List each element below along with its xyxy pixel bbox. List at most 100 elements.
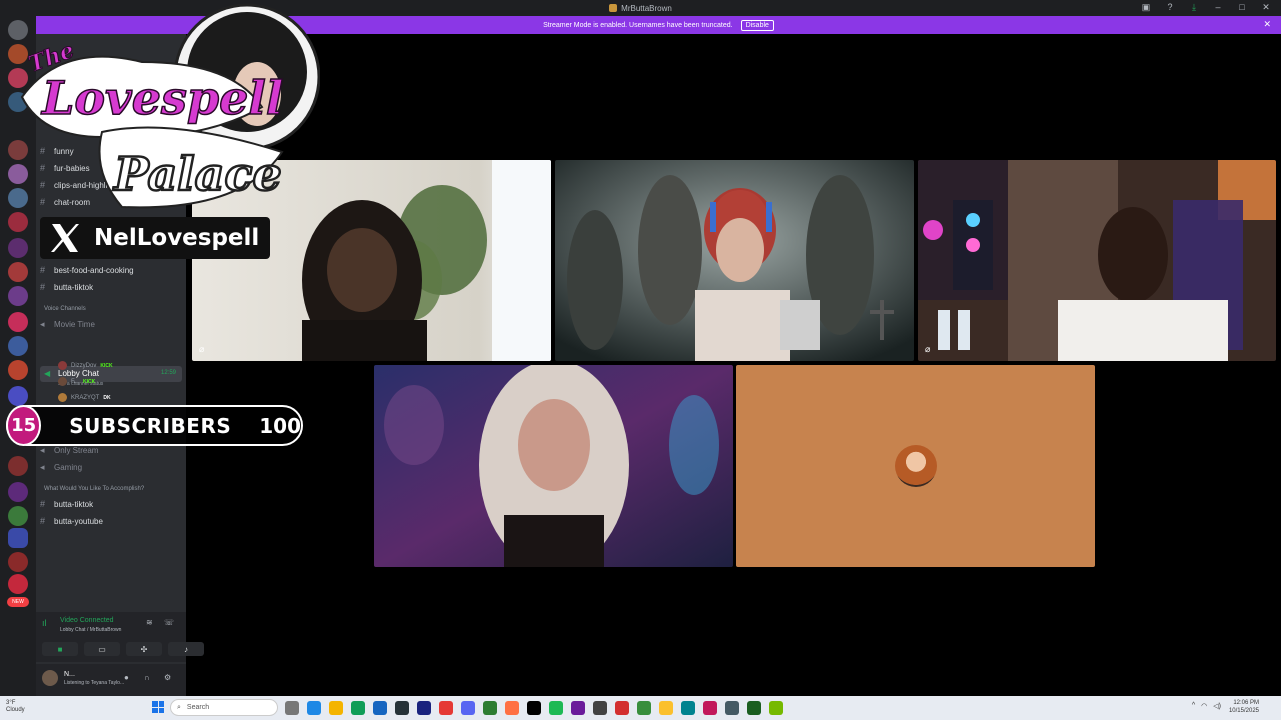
- voice-member[interactable]: DizzyDov KICK: [58, 361, 113, 370]
- member-name: KRAZYQT: [71, 394, 100, 401]
- new-badge[interactable]: NEW: [7, 597, 29, 607]
- app-icon[interactable]: [351, 701, 365, 715]
- taskbar-search[interactable]: ⌕ Search: [170, 699, 278, 716]
- gift-icon[interactable]: ▣: [1139, 2, 1153, 13]
- app-icon[interactable]: [703, 701, 717, 715]
- disconnect-icon[interactable]: ☏: [164, 618, 174, 627]
- user-status: Listening to Teyana Taylo...: [64, 680, 125, 686]
- channel-butta-tiktok-2[interactable]: # butta-tiktok: [40, 499, 93, 509]
- channel-best-food[interactable]: # best-food-and-cooking: [40, 265, 134, 275]
- app-icon[interactable]: [637, 701, 651, 715]
- weather-widget[interactable]: 3°F Cloudy: [6, 700, 25, 714]
- voice-channel-gaming[interactable]: ◂ Gaming: [40, 462, 82, 473]
- help-icon[interactable]: ?: [1163, 2, 1177, 13]
- app-icon[interactable]: [747, 701, 761, 715]
- server-icon-16[interactable]: [8, 456, 28, 476]
- speaker-icon: ◂: [40, 319, 45, 329]
- mic-icon[interactable]: ●: [124, 673, 129, 682]
- server-icon-9[interactable]: [8, 238, 28, 258]
- server-icon-active[interactable]: [8, 528, 28, 548]
- channel-butta-tiktok[interactable]: # butta-tiktok: [40, 282, 93, 292]
- server-icon-10[interactable]: [8, 262, 28, 282]
- server-icon-18[interactable]: [8, 506, 28, 526]
- app-icon[interactable]: [615, 701, 629, 715]
- noise-suppression-icon[interactable]: ≋: [146, 618, 153, 627]
- server-icon-15[interactable]: [8, 386, 28, 406]
- x-handle-banner: NelLovespell: [40, 217, 270, 259]
- settings-icon[interactable]: ⚙: [164, 673, 171, 682]
- channel-label: butta-tiktok: [54, 282, 94, 292]
- discord-icon[interactable]: [461, 701, 475, 715]
- close-icon[interactable]: ✕: [1259, 2, 1273, 13]
- mic-off-icon: ⌀: [925, 344, 931, 354]
- clock-time: 12:06 PM: [1233, 700, 1259, 706]
- chevron-up-icon[interactable]: ^: [1192, 702, 1195, 710]
- headphones-icon[interactable]: ∩: [144, 673, 150, 682]
- user-panel: N... Listening to Teyana Taylo... ● ∩ ⚙: [36, 664, 186, 696]
- spotify-icon[interactable]: [549, 701, 563, 715]
- camera-button[interactable]: ■: [42, 642, 78, 656]
- hash-icon: #: [40, 516, 46, 526]
- server-icon-20[interactable]: [8, 574, 28, 594]
- app-icon[interactable]: [395, 701, 409, 715]
- app-icon[interactable]: [681, 701, 695, 715]
- server-icon-13[interactable]: [8, 336, 28, 356]
- participant-avatar[interactable]: [895, 445, 937, 487]
- edge-icon[interactable]: [307, 701, 321, 715]
- server-icon-17[interactable]: [8, 482, 28, 502]
- app-icon[interactable]: [505, 701, 519, 715]
- close-banner-icon[interactable]: ✕: [1263, 19, 1271, 30]
- x-logo-icon: [51, 224, 79, 252]
- channel-butta-youtube[interactable]: # butta-youtube: [40, 516, 103, 526]
- download-icon[interactable]: ⤓: [1187, 2, 1201, 13]
- activity-button[interactable]: ✣: [126, 642, 162, 656]
- avatar[interactable]: [42, 670, 58, 686]
- soundboard-button[interactable]: ♪: [168, 642, 204, 656]
- video-tile-4[interactable]: [374, 365, 733, 567]
- nvidia-icon[interactable]: [769, 701, 783, 715]
- video-feed-3: [918, 160, 1276, 361]
- task-view-icon[interactable]: [285, 701, 299, 715]
- voice-member[interactable]: F... KICK: [58, 377, 95, 386]
- app-icon[interactable]: [483, 701, 497, 715]
- file-explorer-icon[interactable]: [329, 701, 343, 715]
- hash-icon: #: [40, 282, 46, 292]
- maximize-icon[interactable]: □: [1235, 2, 1249, 13]
- app-icon[interactable]: [527, 701, 541, 715]
- voice-location[interactable]: Lobby Chat / MrButtaBrown: [60, 627, 121, 633]
- app-icon[interactable]: [571, 701, 585, 715]
- taskbar-clock[interactable]: 12:06 PM 10/15/2025: [1229, 699, 1259, 715]
- server-icon-19[interactable]: [8, 552, 28, 572]
- member-tag: DK: [103, 394, 111, 401]
- steam-icon[interactable]: [417, 701, 431, 715]
- search-icon: ⌕: [177, 703, 181, 711]
- category-accomplish[interactable]: What Would You Like To Accomplish?: [44, 486, 144, 492]
- disable-streamer-mode-button[interactable]: Disable: [740, 19, 774, 31]
- chrome-icon[interactable]: [659, 701, 673, 715]
- voice-member[interactable]: KRAZYQT DK: [58, 393, 111, 402]
- speaker-icon: ◀: [44, 369, 51, 378]
- minimize-icon[interactable]: –: [1211, 2, 1225, 13]
- voice-channel-movie-time[interactable]: ◂ Movie Time: [40, 319, 95, 330]
- titlebar-controls: ▣ ? ⤓ – □ ✕: [1139, 2, 1273, 13]
- windows-icon[interactable]: [152, 701, 164, 713]
- signal-icon[interactable]: ıl: [42, 618, 47, 628]
- screenshare-button[interactable]: ▭: [84, 642, 120, 656]
- mic-off-icon: ⌀: [199, 344, 205, 354]
- category-voice-channels[interactable]: Voice Channels: [44, 306, 86, 312]
- server-icon-12[interactable]: [8, 312, 28, 332]
- app-icon[interactable]: [373, 701, 387, 715]
- server-icon-14[interactable]: [8, 360, 28, 380]
- channel-label: butta-youtube: [54, 516, 103, 526]
- youtube-icon[interactable]: [439, 701, 453, 715]
- app-icon[interactable]: [725, 701, 739, 715]
- volume-icon[interactable]: ◁): [1213, 702, 1221, 710]
- voice-channel-only-stream[interactable]: ◂ Only Stream: [40, 445, 98, 456]
- server-icon-11[interactable]: [8, 286, 28, 306]
- wifi-icon[interactable]: ◠: [1201, 702, 1207, 710]
- app-icon[interactable]: [593, 701, 607, 715]
- lovespell-palace-logo: Lovespell The Palace: [20, 3, 320, 209]
- video-tile-3[interactable]: ⌀: [918, 160, 1276, 361]
- system-tray: ^ ◠ ◁): [1192, 702, 1221, 710]
- video-tile-2[interactable]: [555, 160, 914, 361]
